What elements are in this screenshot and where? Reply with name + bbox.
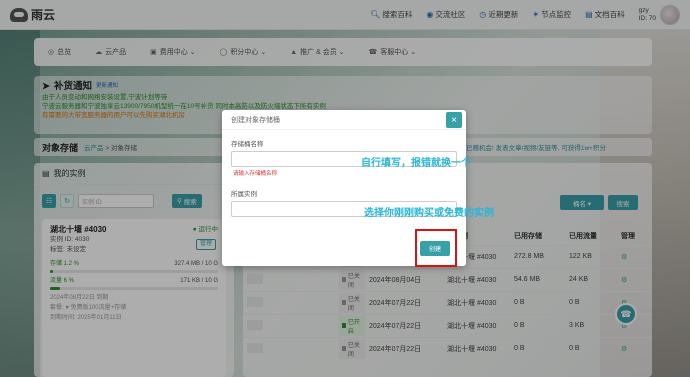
close-icon: × (451, 114, 457, 126)
instance-select-label: 所属实例 (231, 191, 257, 198)
dialog-title: 创建对象存储桶 (222, 110, 466, 130)
bucket-name-label: 存储桶名称 (231, 141, 264, 148)
annotation-instance-hint: 选择你刚刚购买或免费的实例 (364, 208, 494, 219)
close-button[interactable]: × (446, 112, 462, 128)
bucket-name-error: 请输入存储桶名称 (233, 171, 278, 177)
annotation-name-hint: 自行填写，报错就换一个 (361, 158, 471, 169)
highlight-box (415, 229, 457, 267)
